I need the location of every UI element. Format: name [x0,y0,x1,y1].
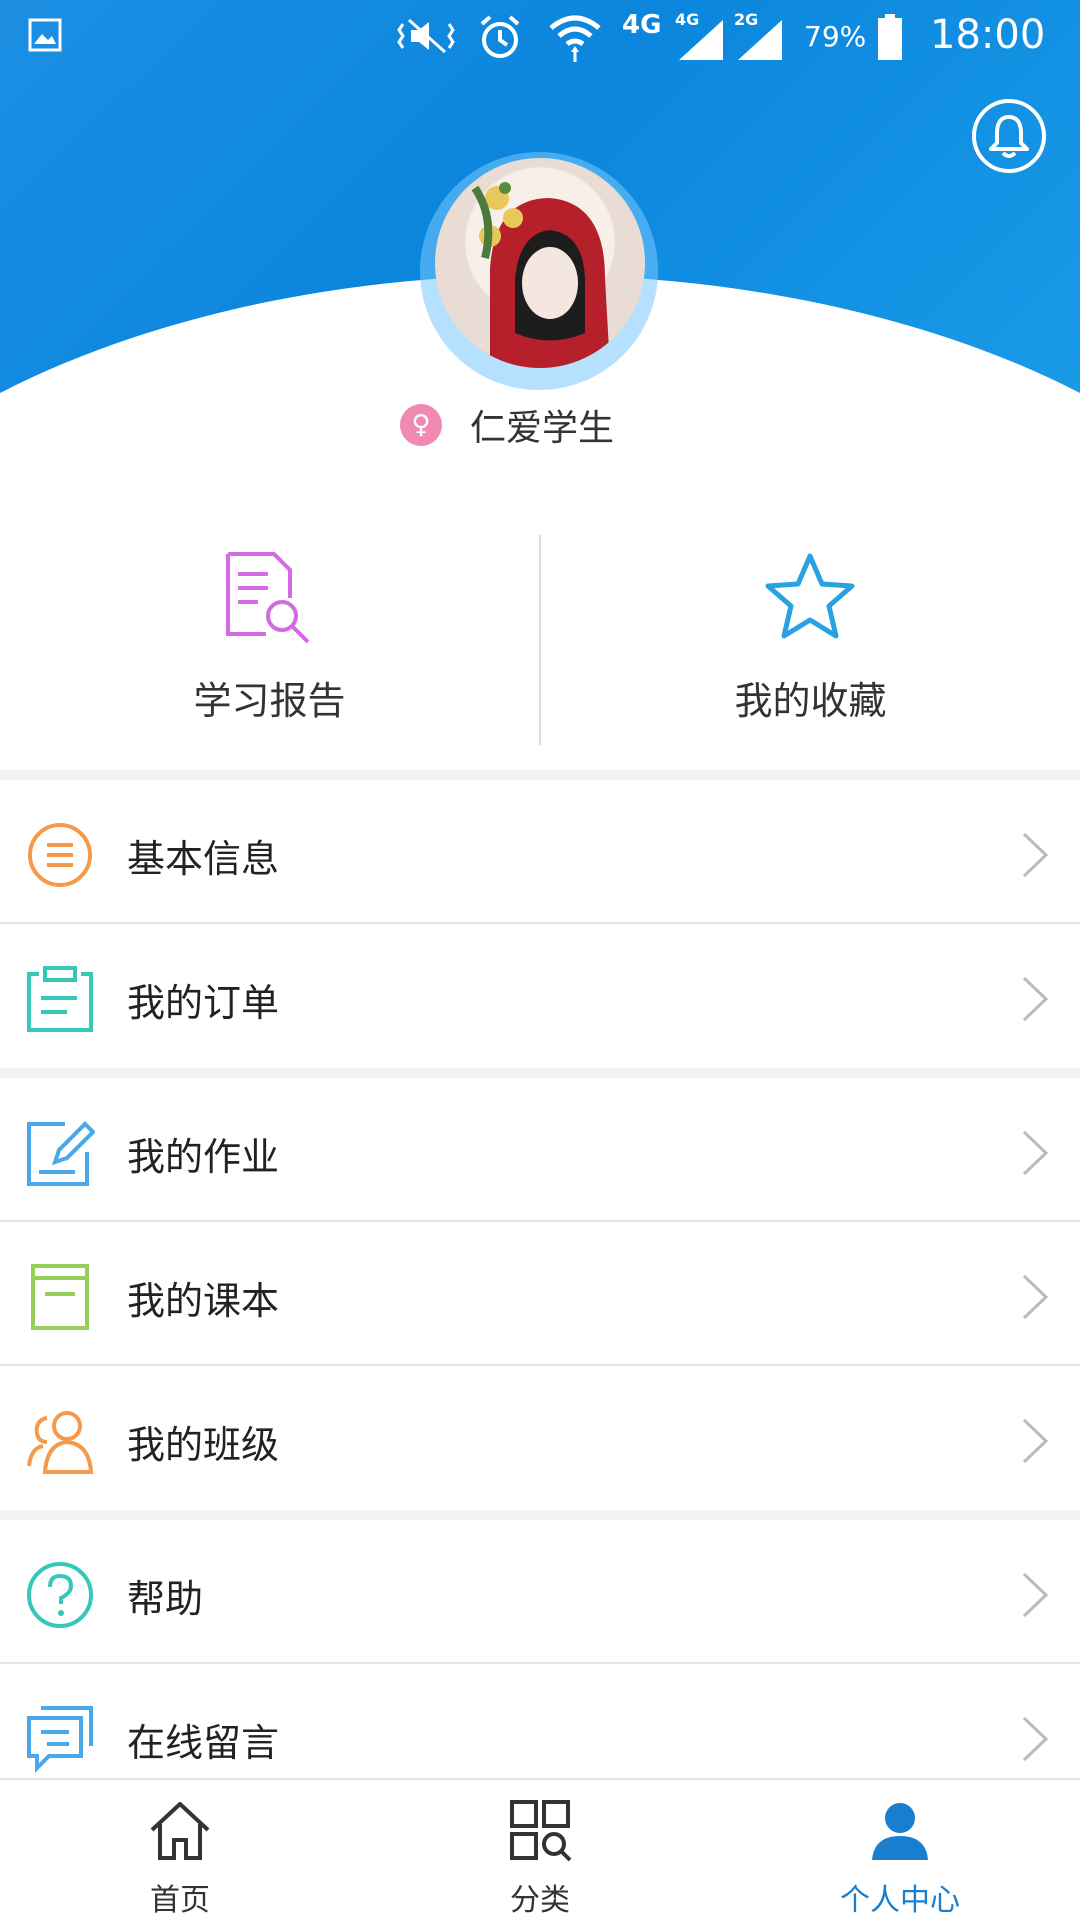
section-gap [0,1510,1080,1520]
chevron-right-icon [1022,1274,1049,1320]
signal2-label: 2G [734,10,759,29]
clipboard-icon [27,966,93,1032]
signal1-label: 4G [675,10,700,29]
menu-item-label: 帮助 [127,1577,204,1621]
tab-label: 分类 [510,1883,570,1918]
network-type-label: 4G [622,10,662,40]
menu-item-my-orders[interactable]: 我的订单 [0,924,1080,1068]
menu-item-label: 基本信息 [127,837,280,881]
username: 仁爱学生 [470,408,615,449]
chevron-right-icon [1022,976,1049,1022]
tab-label: 个人中心 [840,1883,960,1918]
list-circle-icon [28,823,92,887]
tab-home[interactable]: 首页 [0,1780,360,1922]
wifi-icon [549,15,601,62]
chevron-right-icon [1022,832,1049,878]
report-search-icon [226,552,310,644]
tab-label: 首页 [150,1883,210,1918]
section-gap [0,1068,1080,1078]
learning-report-button[interactable]: 学习报告 [0,530,539,770]
vibrate-mute-icon [397,18,455,54]
favorites-label: 我的收藏 [734,679,887,723]
learning-report-label: 学习报告 [193,679,346,723]
edit-note-icon [27,1121,95,1186]
clock: 18:00 [930,12,1046,58]
avatar[interactable] [435,158,645,368]
message-icon [27,1706,93,1773]
chevron-right-icon [1022,1130,1049,1176]
image-notification-icon [28,18,62,52]
chevron-right-icon [1022,1418,1049,1464]
menu-item-help[interactable]: 帮助 [0,1520,1080,1664]
menu-item-label: 在线留言 [127,1721,280,1765]
menu-item-basic-info[interactable]: 基本信息 [0,780,1080,924]
female-icon: ♀ [400,404,442,446]
battery-percent: 79% [804,20,867,53]
chevron-right-icon [1022,1572,1049,1618]
category-icon [510,1800,572,1862]
favorites-button[interactable]: 我的收藏 [541,530,1080,770]
menu-item-label: 我的课本 [127,1279,280,1323]
people-icon [27,1411,94,1474]
username-row: ♀ 仁爱学生 [400,400,614,450]
chevron-right-icon [1022,1716,1049,1762]
tab-category[interactable]: 分类 [360,1780,720,1922]
menu-item-online-message[interactable]: 在线留言 [0,1664,1080,1778]
quick-actions: 学习报告 我的收藏 [0,530,1080,770]
menu-item-label: 我的作业 [127,1135,280,1179]
user-icon [872,1803,928,1860]
bottom-tab-bar: 首页 分类 个人中心 [0,1778,1080,1922]
star-icon [765,553,855,639]
section-gap [0,770,1080,780]
home-icon [150,1802,210,1860]
bell-icon [989,115,1029,158]
menu-item-label: 我的订单 [127,981,280,1025]
menu-item-my-textbooks[interactable]: 我的课本 [0,1222,1080,1366]
menu-item-my-homework[interactable]: 我的作业 [0,1078,1080,1222]
alarm-icon [480,15,520,58]
help-circle-icon [27,1562,93,1628]
menu-item-label: 我的班级 [127,1423,280,1467]
notification-bell-button[interactable] [972,99,1046,173]
battery-icon [878,14,902,60]
book-icon [31,1264,89,1330]
tab-profile[interactable]: 个人中心 [720,1780,1080,1922]
menu-item-my-class[interactable]: 我的班级 [0,1366,1080,1510]
status-bar: 4G 4G 2G 79% 18:00 [0,0,1080,80]
avatar-illustration [471,182,610,368]
